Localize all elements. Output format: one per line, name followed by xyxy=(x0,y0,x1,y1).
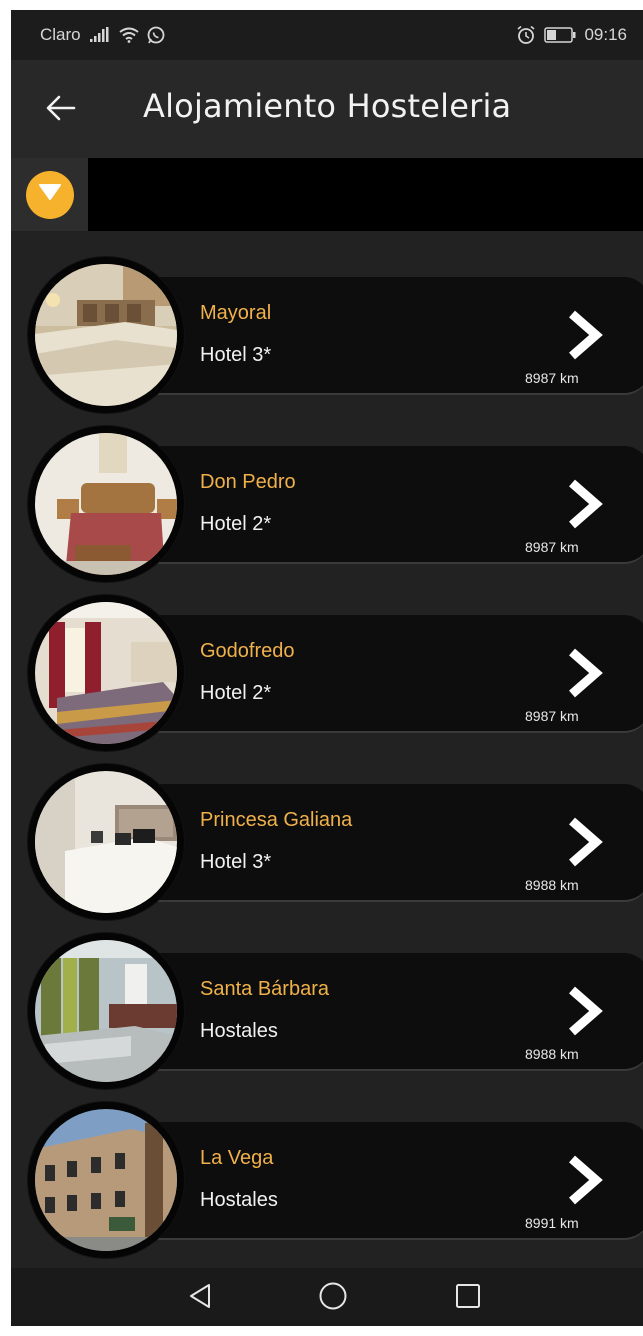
chevron-right-icon[interactable] xyxy=(564,647,604,699)
chevron-right-icon[interactable] xyxy=(564,1154,604,1206)
listing-name: Mayoral xyxy=(200,302,272,324)
filter-toggle-button[interactable] xyxy=(11,158,88,231)
phone-screen: Claro 09:16 Alojamiento Hosteleria Mayor… xyxy=(11,10,643,1326)
listing-distance: 8987 km xyxy=(525,539,579,555)
listing-distance: 8987 km xyxy=(525,370,579,386)
triangle-down-icon xyxy=(38,183,62,206)
listing-photo xyxy=(28,933,184,1089)
chevron-right-icon[interactable] xyxy=(564,309,604,361)
battery-icon xyxy=(544,27,576,43)
whatsapp-icon xyxy=(147,26,165,44)
nav-home-button[interactable] xyxy=(313,1281,353,1315)
listing-category: Hotel 2* xyxy=(200,513,272,535)
listing-category: Hostales xyxy=(200,1020,278,1042)
listing-photo xyxy=(28,1102,184,1258)
back-button[interactable] xyxy=(41,90,81,130)
system-nav-bar xyxy=(11,1268,643,1326)
listing-name: Godofredo xyxy=(200,640,295,662)
listing-distance: 8988 km xyxy=(525,1046,579,1062)
listing-photo xyxy=(28,257,184,413)
filter-bar xyxy=(11,158,643,231)
listing-list: Mayoral Hotel 3* 8987 km Don Pedro Hotel… xyxy=(11,231,643,1268)
filter-toggle-circle xyxy=(25,170,74,219)
listing-name: La Vega xyxy=(200,1147,274,1169)
listing-photo xyxy=(28,595,184,751)
chevron-right-icon[interactable] xyxy=(564,478,604,530)
nav-back-button[interactable] xyxy=(180,1281,220,1315)
status-bar: Claro 09:16 xyxy=(11,10,643,60)
nav-back-icon xyxy=(187,1282,213,1315)
wifi-icon xyxy=(119,27,139,43)
listing-item[interactable]: Don Pedro Hotel 2* 8987 km xyxy=(11,400,643,582)
alarm-icon xyxy=(516,25,536,45)
nav-home-icon xyxy=(318,1281,348,1316)
listing-item[interactable]: Mayoral Hotel 3* 8987 km xyxy=(11,231,643,413)
chevron-right-icon[interactable] xyxy=(564,816,604,868)
listing-category: Hostales xyxy=(200,1189,278,1211)
listing-distance: 8988 km xyxy=(525,877,579,893)
app-bar: Alojamiento Hosteleria xyxy=(11,60,643,158)
listing-category: Hotel 3* xyxy=(200,851,272,873)
listing-item[interactable]: Godofredo Hotel 2* 8987 km xyxy=(11,569,643,751)
listing-category: Hotel 3* xyxy=(200,344,272,366)
clock-time: 09:16 xyxy=(584,25,627,44)
listing-item[interactable]: La Vega Hostales 8991 km xyxy=(11,1076,643,1258)
listing-category: Hotel 2* xyxy=(200,682,272,704)
page-title: Alojamiento Hosteleria xyxy=(143,87,512,125)
nav-recents-icon xyxy=(454,1282,482,1315)
chevron-right-icon[interactable] xyxy=(564,985,604,1037)
listing-item[interactable]: Princesa Galiana Hotel 3* 8988 km xyxy=(11,738,643,920)
signal-icon xyxy=(89,27,111,43)
listing-name: Princesa Galiana xyxy=(200,809,353,831)
arrow-left-icon xyxy=(46,95,76,126)
listing-photo xyxy=(28,426,184,582)
listing-name: Santa Bárbara xyxy=(200,978,329,1000)
listing-name: Don Pedro xyxy=(200,471,296,493)
listing-item[interactable]: Santa Bárbara Hostales 8988 km xyxy=(11,907,643,1089)
listing-distance: 8991 km xyxy=(525,1215,579,1231)
listing-distance: 8987 km xyxy=(525,708,579,724)
listing-photo xyxy=(28,764,184,920)
nav-recents-button[interactable] xyxy=(448,1281,488,1315)
carrier-label: Claro xyxy=(40,25,81,44)
